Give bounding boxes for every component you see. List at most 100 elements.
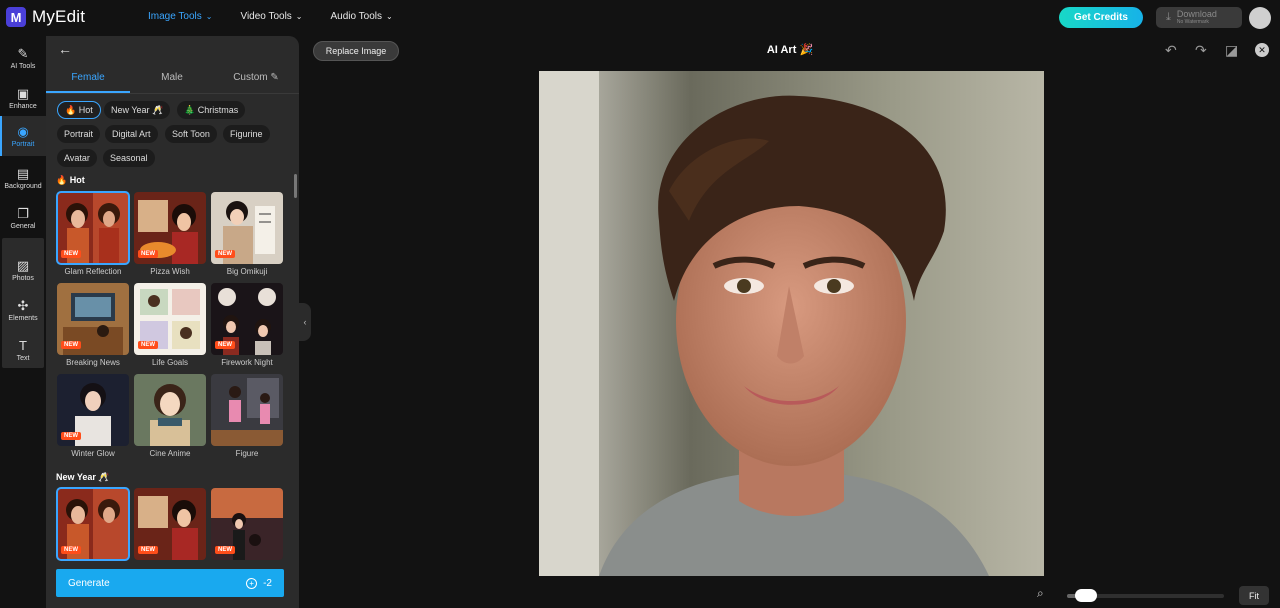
magic-wand-icon: ✎ bbox=[17, 45, 29, 61]
text-icon: T bbox=[19, 337, 27, 353]
rail-item-general[interactable]: ❐ General bbox=[0, 198, 46, 238]
top-nav: Image Tools ⌄ Video Tools ⌄ Audio Tools ⌄ bbox=[148, 11, 393, 22]
general-icon: ❐ bbox=[17, 205, 29, 221]
credit-icon: + bbox=[246, 577, 258, 589]
download-sublabel: No Watermark bbox=[1176, 18, 1209, 25]
style-thumb-breaking-news[interactable]: NEW bbox=[57, 283, 129, 355]
style-thumb-winter-glow[interactable]: NEW bbox=[57, 374, 129, 446]
chip-new-year[interactable]: New Year 🥂 bbox=[104, 101, 171, 119]
style-label: Cine Anime bbox=[149, 449, 191, 458]
chip-portrait[interactable]: Portrait bbox=[57, 125, 101, 143]
chip-hot[interactable]: 🔥 Hot bbox=[57, 101, 101, 119]
background-icon: ▤ bbox=[16, 165, 30, 181]
fire-icon: 🔥 bbox=[65, 104, 77, 115]
style-thumb-cine-anime[interactable] bbox=[134, 374, 206, 446]
compare-icon[interactable]: ◪ bbox=[1225, 42, 1238, 59]
new-badge: NEW bbox=[215, 546, 235, 554]
newyear-thumb-3[interactable]: NEW bbox=[211, 488, 283, 560]
nav-video-tools[interactable]: Video Tools ⌄ bbox=[240, 11, 302, 22]
nav-audio-tools[interactable]: Audio Tools ⌄ bbox=[331, 11, 393, 22]
style-label: Winter Glow bbox=[71, 449, 115, 458]
style-label: Firework Night bbox=[221, 358, 273, 367]
myedit-logo-icon: M bbox=[6, 7, 26, 27]
chip-digital-art[interactable]: Digital Art bbox=[105, 125, 158, 143]
zoom-slider-knob[interactable] bbox=[1074, 589, 1097, 602]
style-thumb-glam-reflection[interactable]: NEW bbox=[56, 191, 130, 265]
style-label: Breaking News bbox=[66, 358, 120, 367]
elements-icon: ✣ bbox=[17, 297, 29, 313]
gender-tabs: Female Male Custom ✎ bbox=[46, 68, 299, 94]
section-title-hot: 🔥 Hot bbox=[56, 175, 85, 185]
chip-seasonal[interactable]: Seasonal bbox=[103, 149, 155, 167]
newyear-thumb-2[interactable]: NEW bbox=[134, 488, 206, 560]
portrait-icon: ◉ bbox=[17, 123, 29, 139]
style-thumb-life-goals[interactable]: NEW bbox=[134, 283, 206, 355]
zoom-slider[interactable] bbox=[1067, 589, 1224, 602]
generate-button[interactable]: Generate + -2 bbox=[56, 569, 284, 597]
chip-avatar[interactable]: Avatar bbox=[57, 149, 97, 167]
tab-female[interactable]: Female bbox=[46, 72, 130, 83]
result-image bbox=[539, 71, 1044, 576]
photos-icon: ▨ bbox=[16, 257, 30, 273]
top-bar: M MyEdit Image Tools ⌄ Video Tools ⌄ Audio… bbox=[0, 0, 1280, 36]
chevron-down-icon: ⌄ bbox=[205, 12, 213, 21]
chip-christmas[interactable]: 🎄 Christmas bbox=[177, 101, 246, 119]
new-badge: NEW bbox=[138, 546, 158, 554]
style-label: Glam Reflection bbox=[64, 267, 122, 276]
rail-item-portrait[interactable]: ◉ Portrait bbox=[0, 116, 46, 156]
fit-button[interactable]: Fit bbox=[1239, 586, 1269, 605]
rail-item-elements[interactable]: ✣ Elements bbox=[0, 290, 46, 330]
new-badge: NEW bbox=[138, 341, 158, 349]
download-button[interactable]: ⤓ Download No Watermark bbox=[1156, 7, 1242, 28]
undo-icon[interactable]: ↶ bbox=[1165, 42, 1177, 59]
new-badge: NEW bbox=[61, 250, 81, 258]
new-badge: NEW bbox=[61, 432, 81, 440]
party-icon: 🥂 bbox=[152, 104, 164, 115]
rail-item-enhance[interactable]: ▣ Enhance bbox=[0, 78, 46, 118]
zoom-icon[interactable]: ⌕ bbox=[1037, 586, 1044, 601]
style-thumb-pizza-wish[interactable]: NEW bbox=[134, 192, 206, 264]
tool-rail: ✎ AI Tools ▣ Enhance ◉ Portrait ▤ Background… bbox=[0, 36, 46, 608]
chevron-down-icon: ⌄ bbox=[295, 12, 303, 21]
canvas-title: AI Art 🎉 bbox=[766, 44, 814, 56]
rail-item-background[interactable]: ▤ Background bbox=[0, 158, 46, 198]
rail-item-text[interactable]: T Text bbox=[0, 330, 46, 370]
collapse-panel-button[interactable]: ‹ bbox=[299, 303, 311, 341]
panel-scrollbar[interactable] bbox=[294, 174, 297, 198]
get-credits-button[interactable]: Get Credits bbox=[1059, 7, 1143, 28]
replace-image-button[interactable]: Replace Image bbox=[313, 41, 399, 61]
party-icon: 🎉 bbox=[799, 44, 814, 56]
fire-icon: 🔥 bbox=[56, 175, 68, 185]
back-arrow-icon[interactable]: ← bbox=[58, 41, 72, 57]
nav-image-tools[interactable]: Image Tools ⌄ bbox=[148, 11, 212, 22]
new-badge: NEW bbox=[215, 341, 235, 349]
newyear-thumb-1[interactable]: NEW bbox=[56, 487, 130, 561]
chevron-left-icon: ‹ bbox=[303, 317, 307, 327]
party-icon: 🥂 bbox=[98, 472, 110, 482]
redo-icon[interactable]: ↷ bbox=[1195, 42, 1207, 59]
avatar[interactable] bbox=[1249, 7, 1271, 29]
new-badge: NEW bbox=[215, 250, 235, 258]
style-label: Pizza Wish bbox=[150, 267, 190, 276]
style-thumb-figure[interactable] bbox=[211, 374, 283, 446]
close-icon[interactable]: ✕ bbox=[1255, 43, 1269, 57]
image-enhance-icon: ▣ bbox=[16, 85, 30, 101]
chip-soft-toon[interactable]: Soft Toon bbox=[165, 125, 217, 143]
tab-male[interactable]: Male bbox=[130, 72, 214, 83]
section-title-new-year: New Year 🥂 bbox=[56, 472, 110, 482]
app-logo[interactable]: M MyEdit bbox=[6, 7, 85, 27]
tree-icon: 🎄 bbox=[184, 104, 196, 115]
style-thumb-big-omikuji[interactable]: NEW bbox=[211, 192, 283, 264]
style-label: Figure bbox=[235, 449, 259, 458]
new-badge: NEW bbox=[61, 341, 81, 349]
download-label: Download bbox=[1176, 8, 1217, 19]
rail-item-ai-tools[interactable]: ✎ AI Tools bbox=[0, 38, 46, 78]
style-thumb-firework-night[interactable]: NEW bbox=[211, 283, 283, 355]
download-icon: ⤓ bbox=[1166, 11, 1171, 23]
tab-custom[interactable]: Custom ✎ bbox=[214, 72, 298, 83]
rail-item-photos[interactable]: ▨ Photos bbox=[0, 250, 46, 290]
chip-figurine[interactable]: Figurine bbox=[223, 125, 270, 143]
chevron-down-icon: ⌄ bbox=[386, 12, 393, 21]
pencil-icon: ✎ bbox=[270, 72, 279, 83]
new-badge: NEW bbox=[138, 250, 158, 258]
